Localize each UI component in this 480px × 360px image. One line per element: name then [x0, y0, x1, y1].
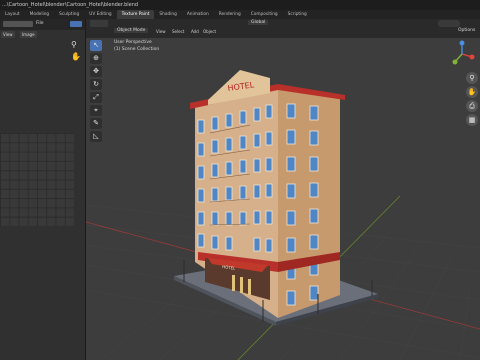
move-icon[interactable]: ✥ — [90, 66, 102, 77]
select-box-icon[interactable]: ↖ — [90, 40, 102, 51]
tab-scripting[interactable]: Scripting — [283, 10, 312, 19]
zoom-icon[interactable]: ⚲ — [466, 72, 478, 84]
transform-icon[interactable]: ⌖ — [90, 105, 102, 116]
editor-type-button[interactable] — [90, 20, 108, 27]
tab-texture-paint[interactable]: Texture Paint — [116, 10, 155, 19]
mode-dropdown[interactable]: Object Mode — [114, 28, 149, 33]
menu-object[interactable]: Object — [203, 29, 216, 34]
building-side — [278, 88, 340, 318]
workspace-tabs: Layout Modeling Sculpting UV Editing Tex… — [0, 10, 480, 19]
options-menu[interactable]: Options — [458, 28, 475, 33]
image-selector[interactable] — [3, 21, 33, 27]
view-menu[interactable]: View — [1, 31, 15, 38]
menu-select[interactable]: Select — [172, 29, 184, 34]
title-bar: ...\Cartoon_Hotel\blender\Cartoon_Hotel\… — [0, 0, 480, 10]
annotate-icon[interactable]: ✎ — [90, 118, 102, 129]
tab-modeling[interactable]: Modeling — [25, 10, 55, 19]
gizmo-icon[interactable] — [448, 40, 476, 68]
tab-uv-editing[interactable]: UV Editing — [84, 10, 116, 19]
shading-modes[interactable] — [438, 20, 460, 27]
3d-viewport[interactable]: HOTEL HOTEL — [86, 19, 480, 360]
image-menu[interactable]: Image — [20, 31, 37, 38]
uv-grid[interactable] — [0, 133, 74, 226]
grid-icon[interactable]: ▦ — [466, 114, 478, 126]
hand-icon[interactable]: ✋ — [466, 86, 478, 98]
tab-shading[interactable]: Shading — [154, 10, 181, 19]
collection-info: (1) Scene Collection — [114, 47, 160, 52]
scene-render: HOTEL HOTEL — [86, 70, 480, 360]
tab-layout[interactable]: Layout — [0, 10, 25, 19]
mode-toggle[interactable] — [70, 21, 82, 27]
image-editor-header: File — [0, 19, 85, 30]
measure-icon[interactable]: ◺ — [90, 131, 102, 142]
hand-icon[interactable]: ✋ — [71, 52, 81, 61]
file-path: ...\Cartoon_Hotel\blender\Cartoon_Hotel\… — [2, 2, 139, 8]
file-menu[interactable]: File — [36, 21, 44, 26]
camera-icon[interactable]: ⎙ — [466, 100, 478, 112]
zoom-icon[interactable]: ⚲ — [71, 40, 77, 49]
tab-compositing[interactable]: Compositing — [246, 10, 283, 19]
tab-rendering[interactable]: Rendering — [214, 10, 246, 19]
cursor-icon[interactable]: ⊕ — [90, 53, 102, 64]
rotate-icon[interactable]: ↻ — [90, 79, 102, 90]
tab-animation[interactable]: Animation — [182, 10, 214, 19]
tab-sculpting[interactable]: Sculpting — [54, 10, 84, 19]
transform-orientation[interactable]: Global — [248, 20, 269, 25]
view-info: User Perspective — [114, 40, 152, 45]
menu-add[interactable]: Add — [191, 29, 199, 34]
scale-icon[interactable]: ⤢ — [90, 92, 102, 103]
menu-view[interactable]: View — [156, 29, 166, 34]
viewport-header: Object Mode View Select Add Object Globa… — [86, 19, 480, 38]
